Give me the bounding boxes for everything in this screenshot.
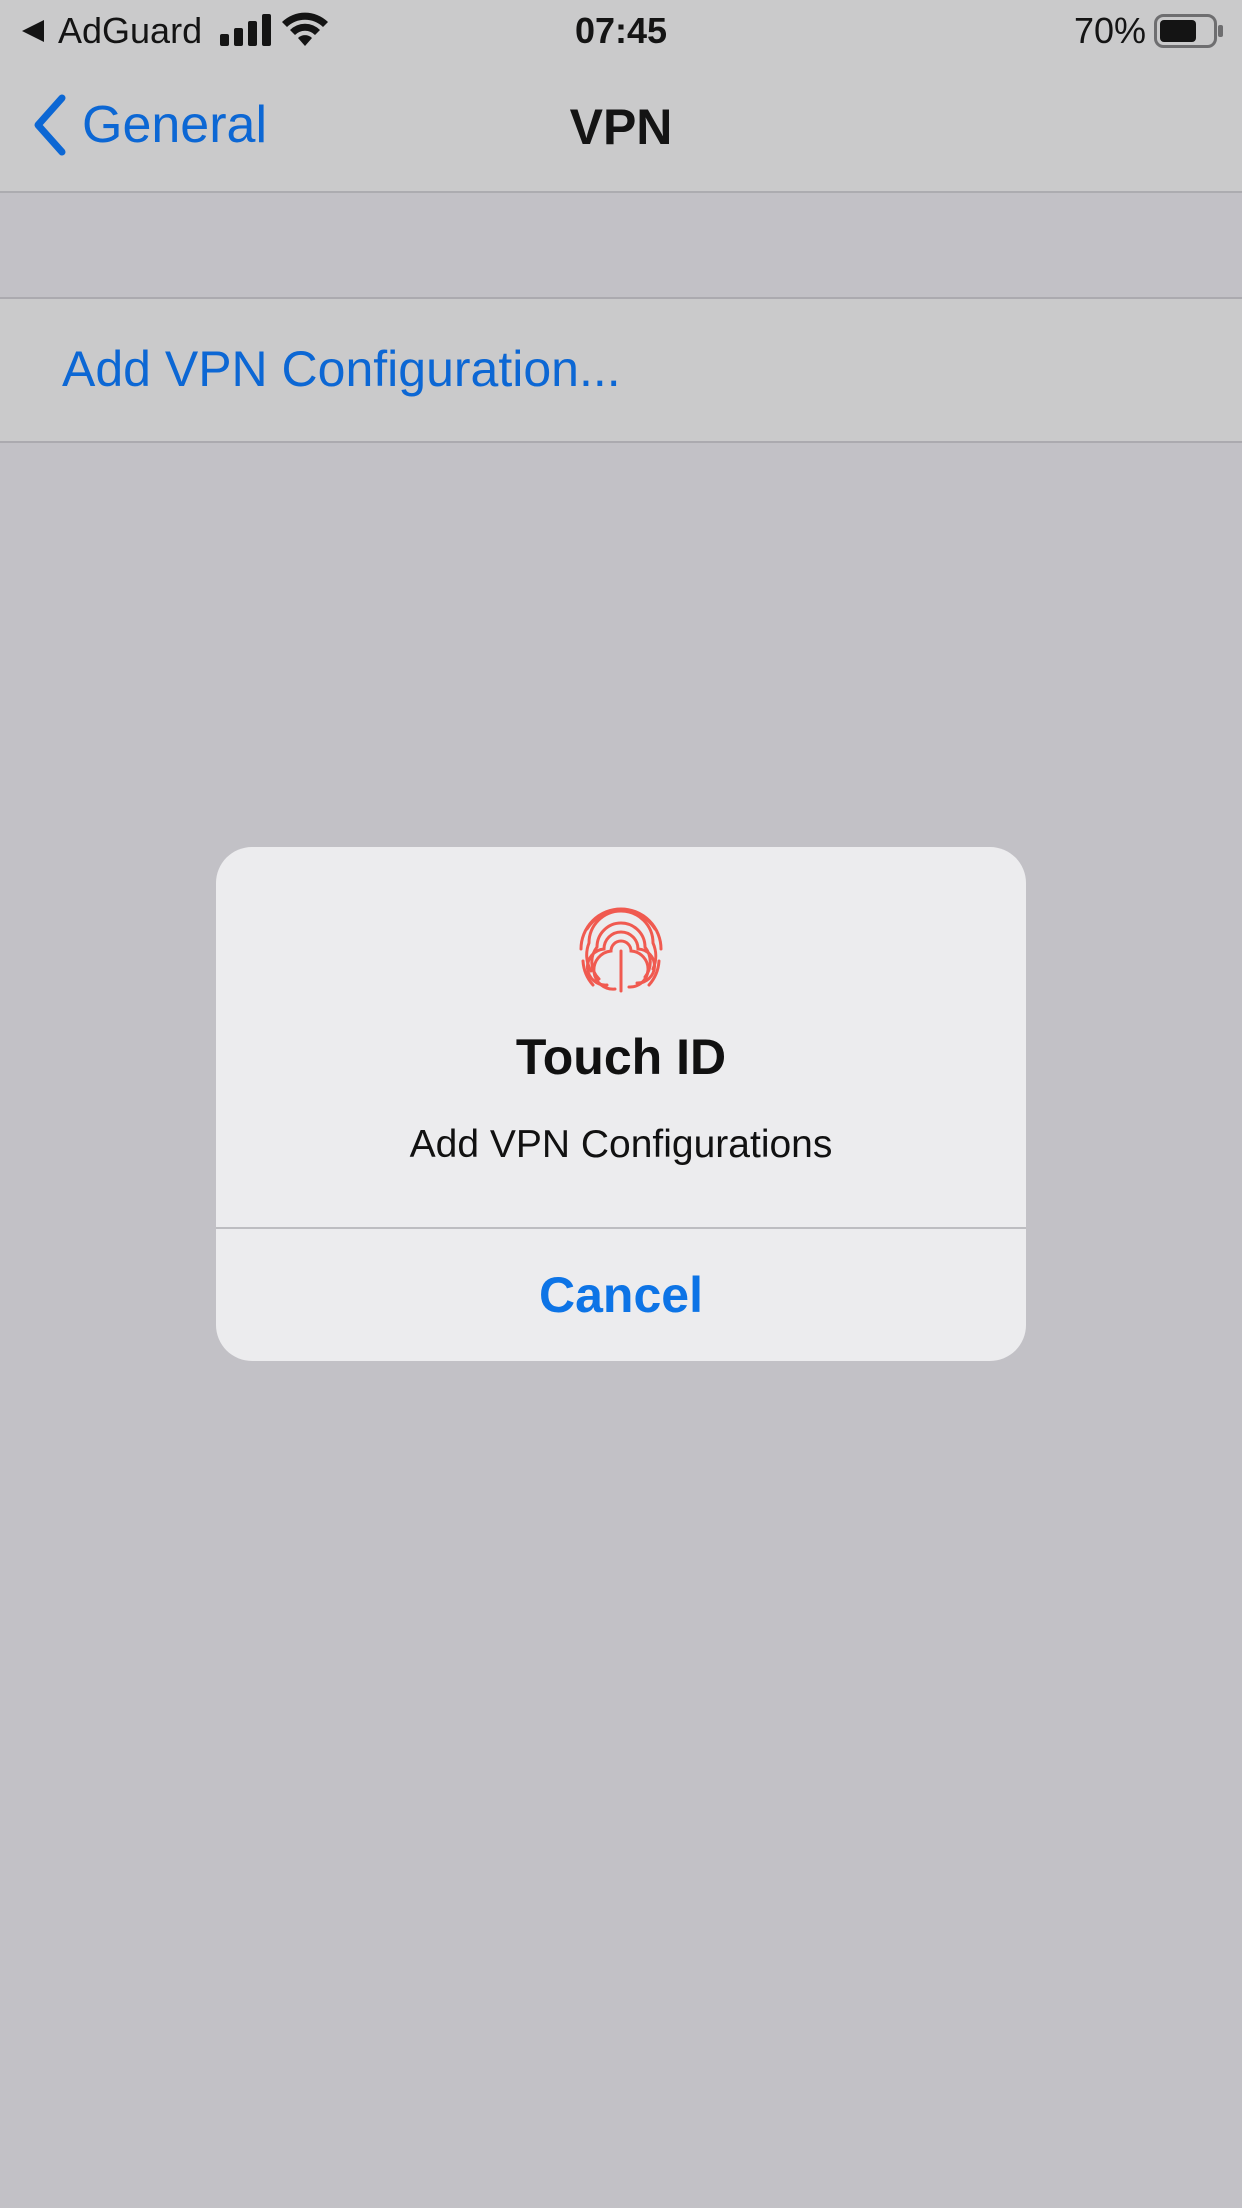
cancel-button[interactable]: Cancel xyxy=(216,1229,1026,1361)
clock: 07:45 xyxy=(574,10,668,51)
status-bar: AdGuard 07:45 70% xyxy=(0,0,1242,62)
top-bar: AdGuard 07:45 70% General VPN xyxy=(0,0,1242,193)
add-vpn-configuration-label: Add VPN Configuration... xyxy=(62,341,621,397)
battery-percentage: 70% xyxy=(1073,10,1146,51)
add-vpn-configuration-row[interactable]: Add VPN Configuration... xyxy=(0,299,1242,443)
alert-title: Touch ID xyxy=(515,1029,727,1085)
navigation-bar: General VPN xyxy=(0,62,1242,191)
alert-message: Add VPN Configurations xyxy=(409,1123,833,1166)
page-title: VPN xyxy=(569,99,673,155)
section-spacer xyxy=(0,193,1242,299)
fingerprint-icon xyxy=(579,907,663,993)
battery-icon xyxy=(1154,14,1223,48)
touch-id-alert: Touch ID Add VPN Configurations Cancel xyxy=(216,847,1026,1361)
